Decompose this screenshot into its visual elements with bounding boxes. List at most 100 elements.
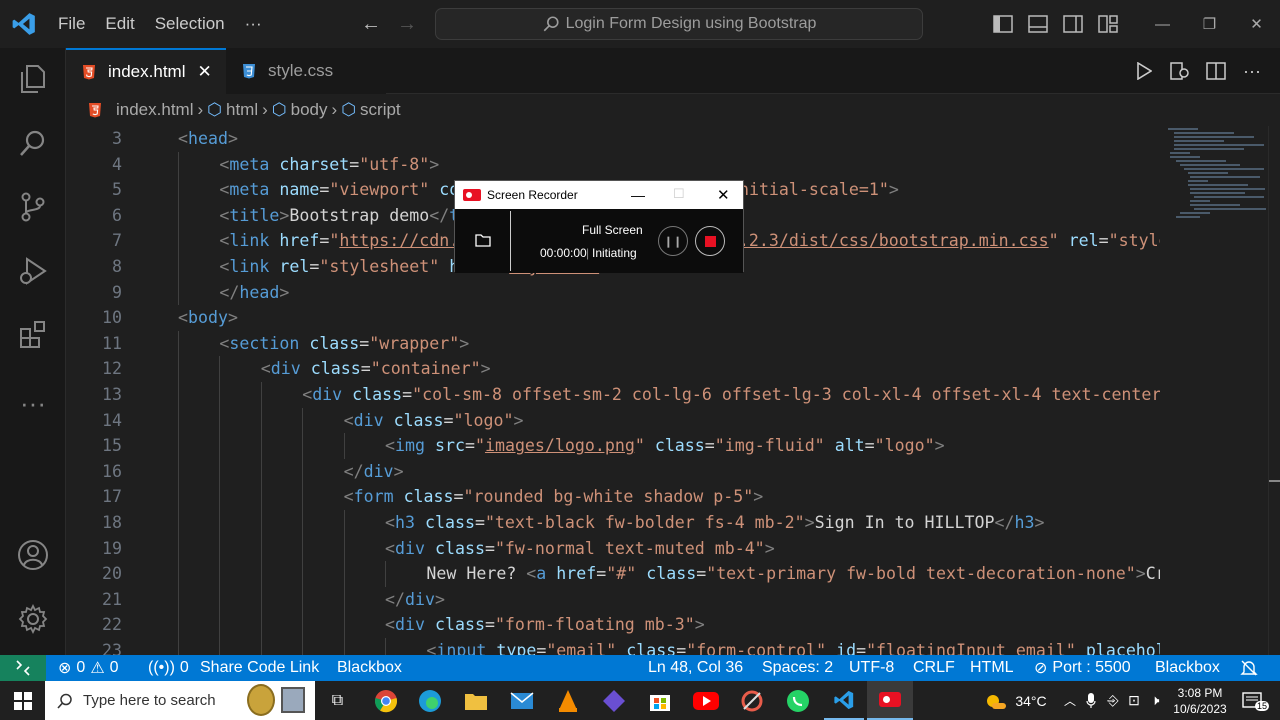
source-control-icon[interactable] (12, 186, 54, 228)
accounts-icon[interactable] (12, 534, 54, 576)
menu-edit[interactable]: Edit (95, 14, 144, 34)
close-window-icon[interactable]: ✕ (1233, 0, 1280, 48)
vertical-scrollbar[interactable] (1268, 126, 1280, 655)
capture-mode[interactable]: Full Screen (582, 223, 643, 237)
taskbar-search-box[interactable]: Type here to search (45, 681, 315, 720)
task-view-icon[interactable]: ⧉ (320, 681, 355, 720)
vlc-icon[interactable] (548, 681, 588, 720)
run-debug-icon[interactable] (12, 250, 54, 292)
split-editor-icon[interactable] (1204, 62, 1228, 80)
mail-icon[interactable] (502, 681, 542, 720)
back-arrow-icon[interactable]: ← (356, 13, 386, 36)
live-server-port[interactable]: ⊘ Port : 5500 (1034, 655, 1131, 681)
eol-setting[interactable]: CRLF (913, 655, 955, 681)
code-line[interactable]: 9 </head> (66, 279, 1160, 306)
language-mode[interactable]: HTML (970, 655, 1014, 681)
folder-icon[interactable] (475, 233, 491, 252)
power-automate-icon[interactable] (594, 681, 634, 720)
code-line[interactable]: 22 <div class="form-floating mb-3"> (66, 612, 1160, 638)
tab-style-css[interactable]: style.css (226, 48, 386, 94)
recorder-close-icon[interactable]: ✕ (717, 186, 730, 204)
menu-file[interactable]: File (48, 14, 95, 34)
code-line[interactable]: 18 <h3 class="text-black fw-bolder fs-4 m… (66, 510, 1160, 536)
vscode-taskbar-icon[interactable] (824, 681, 864, 720)
pause-icon[interactable]: ❙❙ (658, 226, 688, 256)
minimap[interactable] (1160, 126, 1268, 655)
temperature[interactable]: 34°C (1011, 681, 1051, 720)
minimize-icon[interactable]: — (1139, 0, 1186, 48)
toggle-secondary-sidebar-icon[interactable] (1055, 0, 1090, 48)
line-number: 8 (112, 257, 122, 276)
blackbox-left-button[interactable]: Blackbox (337, 655, 402, 681)
youtube-icon[interactable] (686, 681, 726, 720)
code-line[interactable]: 3 <head> (66, 126, 1160, 152)
code-line[interactable]: 21 </div> (66, 586, 1160, 613)
explorer-icon[interactable] (12, 58, 54, 100)
forward-arrow-icon[interactable]: → (392, 13, 422, 36)
command-center-search[interactable]: Login Form Design using Bootstrap (435, 8, 923, 40)
edge-icon[interactable] (410, 681, 450, 720)
code-line[interactable]: 23 <input type="email" class="form-contro… (66, 638, 1160, 655)
customize-layout-icon[interactable] (1090, 0, 1125, 48)
restore-icon[interactable]: ❐ (1186, 0, 1233, 48)
clock[interactable]: 3:08 PM 10/6/2023 (1168, 681, 1232, 720)
recorder-minimize-icon[interactable]: — (631, 187, 645, 203)
menu-more[interactable]: ··· (235, 14, 272, 34)
breadcrumb-body[interactable]: body (291, 100, 328, 120)
share-code-link-button[interactable]: Share Code Link (200, 655, 319, 681)
code-line[interactable]: 20 New Here? <a href="#" class="text-prim… (66, 561, 1160, 587)
code-line[interactable]: 15 <img src="images/logo.png" class="img-… (66, 433, 1160, 459)
menu-selection[interactable]: Selection (145, 14, 235, 34)
extensions-icon[interactable] (12, 314, 54, 356)
volume-muted-icon[interactable]: 🕨 (1144, 681, 1166, 720)
close-tab-icon[interactable]: ✕ (197, 62, 211, 82)
code-line[interactable]: 13 <div class="col-sm-8 offset-sm-2 col-l… (66, 382, 1160, 408)
encoding-setting[interactable]: UTF-8 (849, 655, 894, 681)
code-line[interactable]: 12 <div class="container"> (66, 356, 1160, 382)
breadcrumb-html[interactable]: html (226, 100, 258, 120)
open-preview-icon[interactable] (1168, 62, 1192, 80)
microphone-icon[interactable] (1082, 681, 1100, 720)
microsoft-store-icon[interactable] (640, 681, 680, 720)
start-windows-icon[interactable] (0, 681, 45, 720)
code-line[interactable]: 10 <body> (66, 305, 1160, 331)
breadcrumb-file[interactable]: index.html (116, 100, 193, 120)
breadcrumb-script[interactable]: script (360, 100, 401, 120)
indentation-setting[interactable]: Spaces: 2 (762, 655, 833, 681)
code-line[interactable]: 19 <div class="fw-normal text-muted mb-4"… (66, 535, 1160, 562)
toggle-primary-sidebar-icon[interactable] (985, 0, 1020, 48)
recorder-maximize-icon[interactable]: ☐ (673, 186, 685, 202)
ethernet-icon[interactable]: ⊡ (1124, 681, 1144, 720)
notification-center-icon[interactable]: 15 (1238, 681, 1270, 720)
code-line[interactable]: 11 <section class="wrapper"> (66, 330, 1160, 357)
search-activity-icon[interactable] (12, 122, 54, 164)
code-line[interactable]: 16 </div> (66, 458, 1160, 485)
snipping-tool-icon[interactable] (732, 681, 772, 720)
stop-icon[interactable] (695, 226, 725, 256)
chrome-icon[interactable] (366, 681, 406, 720)
blackbox-right-button[interactable]: Blackbox (1155, 655, 1220, 681)
tab-index-html[interactable]: index.html ✕ (66, 48, 226, 94)
more-views-icon[interactable]: ··· (12, 382, 54, 424)
whatsapp-icon[interactable] (778, 681, 818, 720)
indent-guide (178, 561, 179, 587)
screen-recorder-taskbar-icon[interactable] (867, 681, 913, 720)
problems-indicator[interactable]: ⊗ 0 ⚠ 0 (58, 655, 119, 681)
code-line[interactable]: 14 <div class="logo"> (66, 407, 1160, 434)
show-hidden-icons-chevron-icon[interactable]: ︿ (1060, 681, 1080, 720)
network-icon[interactable]: ⎆ (1102, 681, 1124, 720)
toggle-panel-icon[interactable] (1020, 0, 1055, 48)
remote-indicator-icon[interactable] (0, 655, 46, 681)
run-icon[interactable] (1132, 62, 1156, 80)
notifications-bell-icon[interactable] (1240, 655, 1258, 681)
settings-gear-icon[interactable] (12, 598, 54, 640)
weather-sun-icon[interactable] (980, 681, 1010, 720)
screen-recorder-window[interactable]: Screen Recorder — ☐ ✕ Full Screen 00:00:… (454, 180, 744, 273)
file-explorer-icon[interactable] (456, 681, 496, 720)
code-text: </div> (385, 589, 445, 609)
ports-indicator[interactable]: ((•)) 0 (148, 655, 189, 681)
cursor-position[interactable]: Ln 48, Col 36 (648, 655, 743, 681)
code-line[interactable]: 4 <meta charset="utf-8"> (66, 151, 1160, 178)
code-line[interactable]: 17 <form class="rounded bg-white shadow p… (66, 484, 1160, 510)
more-actions-icon[interactable]: ··· (1240, 61, 1264, 82)
